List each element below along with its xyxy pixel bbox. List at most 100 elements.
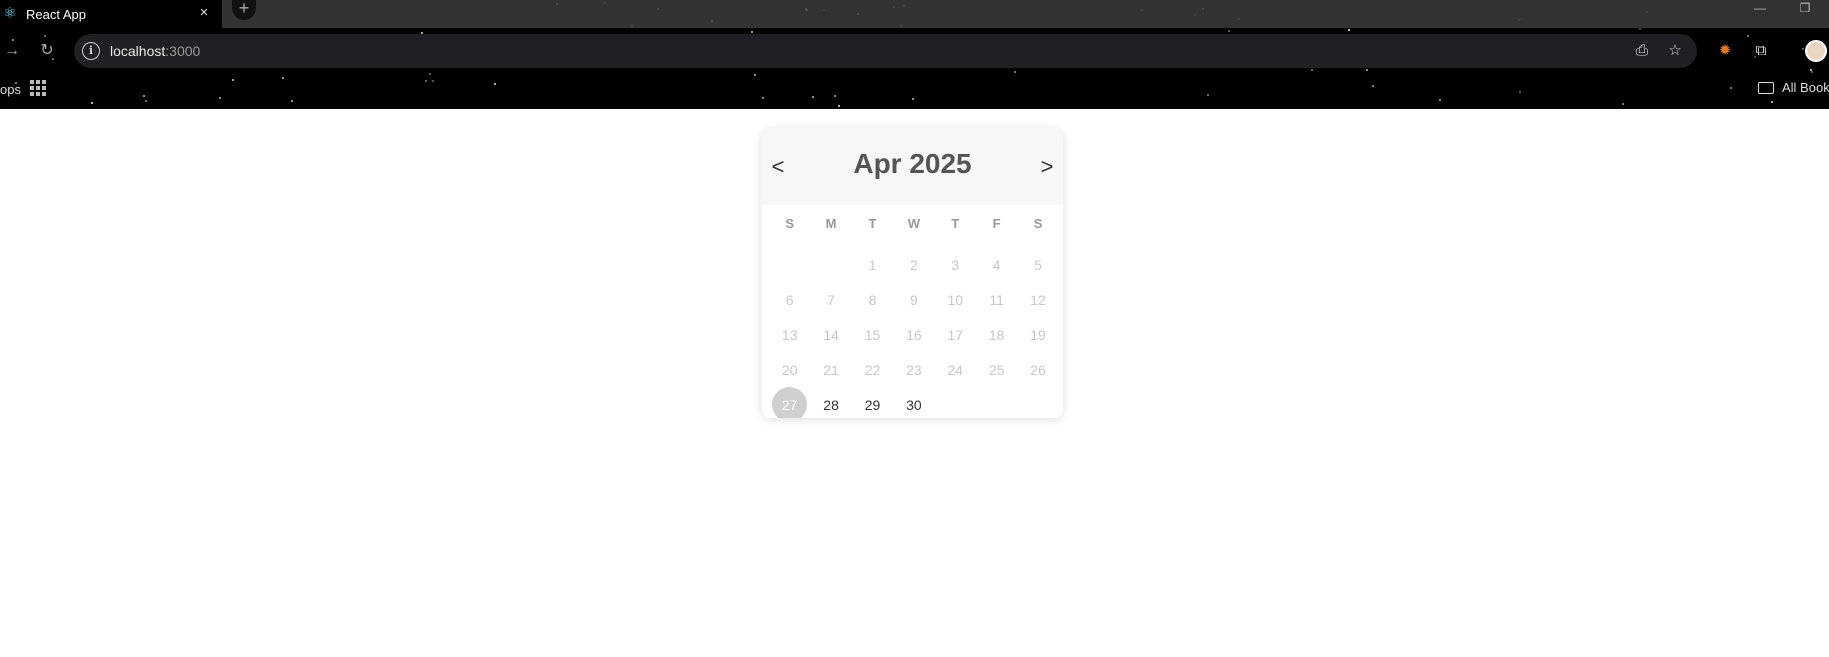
calendar-day-label: 25 [988, 361, 1005, 378]
folder-icon [1758, 81, 1774, 94]
calendar-week-row: 1 2 3 4 5 [769, 247, 1059, 282]
calendar-day: 4 [976, 247, 1017, 282]
calendar-week-row: 27 28 29 30 [769, 387, 1059, 418]
weekday-label: W [907, 216, 920, 231]
calendar-day-label: 6 [785, 291, 794, 308]
restore-icon[interactable]: ❐ [1785, 0, 1825, 20]
all-bookmarks-label: All Bookm [1782, 80, 1829, 95]
calendar-day: 13 [769, 317, 810, 352]
calendar-day: 22 [852, 352, 893, 387]
calendar-day: 10 [935, 282, 976, 317]
weekday-label: S [785, 216, 795, 231]
calendar-day-label: 3 [951, 256, 960, 273]
install-app-icon[interactable]: ⎙ [1632, 41, 1652, 61]
calendar-day: 17 [935, 317, 976, 352]
calendar-day: 25 [976, 352, 1017, 387]
calendar-day-label: 21 [823, 361, 839, 378]
forward-arrow-icon[interactable]: → [2, 41, 22, 61]
calendar-day-label: 28 [823, 396, 839, 413]
calendar-day[interactable]: 29 [852, 387, 893, 418]
calendar-day-label: 5 [1034, 256, 1042, 273]
calendar-day-label: 9 [909, 291, 918, 308]
browser-chrome: ⚛ React App × + — ❐ → ↻ i localhost:3000… [0, 0, 1829, 109]
calendar-day-label: 12 [1030, 291, 1046, 308]
calendar-day[interactable]: 28 [810, 387, 851, 418]
calendar-day-label: 14 [823, 326, 839, 343]
calendar-day-label: 10 [947, 291, 964, 308]
calendar-day: 26 [1017, 352, 1058, 387]
calendar-day: 6 [769, 282, 810, 317]
calendar-day: 3 [935, 247, 976, 282]
new-tab-button[interactable]: + [232, 0, 256, 20]
calendar-day-label: 1 [868, 256, 877, 273]
calendar-day: 24 [935, 352, 976, 387]
weekday-label: T [868, 216, 877, 231]
tab-react-app[interactable]: ⚛ React App × [0, 0, 222, 28]
calendar-day-label: 19 [1030, 326, 1046, 343]
weekday-label: S [1033, 216, 1043, 231]
calendar-day: 12 [1017, 282, 1058, 317]
calendar-day-label: 30 [906, 396, 922, 413]
calendar-day: 8 [852, 282, 893, 317]
calendar-day[interactable]: 30 [893, 387, 934, 418]
apps-grid-icon[interactable] [30, 80, 46, 96]
calendar-day: 5 [1017, 247, 1058, 282]
calendar-day-label: 13 [781, 326, 798, 343]
calendar-empty-cell [769, 247, 810, 282]
calendar-day-label: 20 [781, 361, 798, 378]
tab-strip: ⚛ React App × + — ❐ [0, 0, 1829, 28]
calendar-day: 21 [810, 352, 851, 387]
calendar-day: 23 [893, 352, 934, 387]
calendar-day-today[interactable]: 27 [769, 387, 810, 418]
calendar-day-label: 17 [947, 326, 964, 343]
month-title: Apr 2025 [853, 148, 972, 179]
bookmarks-bar: ops All Bookm [0, 74, 1829, 109]
calendar: < Apr 2025 > S M T W T F S 1 2 3 4 5 6 7 8 9 10 11… [762, 128, 1063, 418]
calendar-empty-cell [1017, 387, 1058, 418]
metamask-fox-icon[interactable]: ✹ [1714, 40, 1736, 62]
calendar-day-label: 7 [827, 291, 835, 308]
url-host: localhost [110, 43, 166, 59]
calendar-day-label: 2 [909, 256, 918, 273]
calendar-day-label: 8 [868, 291, 877, 308]
calendar-day-label: 4 [992, 256, 1001, 273]
info-icon[interactable]: i [82, 42, 100, 60]
calendar-day-label: 29 [864, 396, 881, 413]
calendar-day: 18 [976, 317, 1017, 352]
weekday-row: S M T W T F S [769, 212, 1059, 236]
react-logo-icon: ⚛ [3, 5, 17, 22]
calendar-week-row: 20 21 22 23 24 25 26 [769, 352, 1059, 387]
calendar-day-label: 24 [947, 361, 964, 378]
calendar-day: 1 [852, 247, 893, 282]
calendar-day: 20 [769, 352, 810, 387]
calendar-header: < Apr 2025 > [762, 128, 1063, 205]
calendar-week-row: 13 14 15 16 17 18 19 [769, 317, 1059, 352]
browser-toolbar: → ↻ i localhost:3000 ⎙ ☆ ✹ ⧉ [0, 28, 1829, 74]
next-month-button[interactable]: > [1035, 152, 1059, 182]
calendar-day-label: 22 [864, 361, 881, 378]
url-port: :3000 [165, 43, 201, 59]
calendar-day-label: 18 [988, 326, 1005, 343]
calendar-day: 2 [893, 247, 934, 282]
puzzle-icon[interactable]: ⧉ [1750, 40, 1772, 62]
url-text[interactable]: localhost:3000 [110, 43, 200, 59]
calendar-day: 15 [852, 317, 893, 352]
calendar-day-label: 26 [1030, 361, 1046, 378]
calendar-empty-cell [935, 387, 976, 418]
weekday-label: T [951, 216, 960, 231]
calendar-day-label: 11 [989, 291, 1004, 308]
avatar[interactable] [1805, 40, 1827, 62]
calendar-week-row: 6 7 8 9 10 11 12 [769, 282, 1059, 317]
calendar-day-label: 27 [772, 387, 808, 418]
calendar-day-label: 15 [864, 326, 881, 343]
calendar-day: 11 [976, 282, 1017, 317]
address-bar[interactable]: i localhost:3000 ⎙ ☆ [74, 34, 1697, 68]
star-icon[interactable]: ☆ [1665, 41, 1685, 61]
close-icon[interactable]: × [196, 5, 212, 21]
all-bookmarks-button[interactable]: All Bookm [1758, 80, 1829, 95]
reload-icon[interactable]: ↻ [37, 41, 57, 61]
calendar-day: 19 [1017, 317, 1058, 352]
minimize-icon[interactable]: — [1740, 0, 1780, 20]
bookmark-apps-label[interactable]: ops [0, 82, 21, 97]
tab-title: React App [26, 6, 86, 22]
